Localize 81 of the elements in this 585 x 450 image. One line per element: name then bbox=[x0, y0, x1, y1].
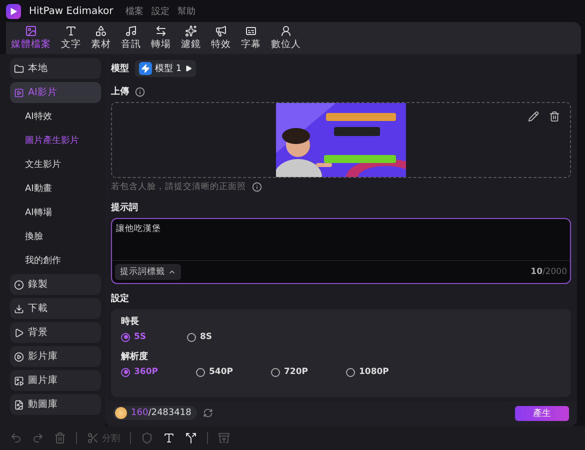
sidebar-subitem[interactable]: 文生影片 bbox=[10, 154, 101, 175]
info-icon bbox=[135, 86, 145, 96]
model-label: 模型 bbox=[111, 62, 129, 75]
refresh-icon[interactable] bbox=[203, 408, 214, 418]
media-tab[interactable]: 文字 bbox=[56, 22, 86, 54]
sidebar-item[interactable]: 動圖庫 bbox=[10, 394, 101, 415]
media-tab[interactable]: 濾鏡 bbox=[176, 22, 206, 54]
sidebar-subitem[interactable]: AI動畫 bbox=[10, 178, 101, 199]
sidebar-subitem[interactable]: 圖片產生影片 bbox=[10, 130, 101, 151]
trash-icon bbox=[54, 432, 66, 444]
image-icon bbox=[25, 25, 37, 37]
credits-badge: 160/2483418 bbox=[113, 406, 198, 420]
download-icon bbox=[14, 304, 24, 314]
model-selector[interactable]: 模型 1 bbox=[135, 60, 196, 77]
caption-icon bbox=[245, 25, 257, 37]
coin-icon bbox=[115, 407, 127, 420]
text-icon bbox=[65, 25, 77, 37]
sidebar-item[interactable]: 背景 bbox=[10, 322, 101, 343]
media-tab[interactable]: 數位人 bbox=[266, 22, 306, 54]
text-box-icon bbox=[163, 432, 175, 444]
person-icon bbox=[280, 25, 292, 37]
redo-icon bbox=[32, 432, 44, 444]
sidebar-item[interactable]: 圖片庫 bbox=[10, 370, 101, 391]
edit-icon[interactable] bbox=[528, 111, 539, 122]
caret-icon bbox=[184, 65, 192, 72]
media-tab[interactable]: 音訊 bbox=[116, 22, 146, 54]
media-tab[interactable]: 轉場 bbox=[146, 22, 176, 54]
sparkles-icon bbox=[185, 25, 197, 37]
lightning-icon bbox=[139, 62, 152, 75]
sidebar-subitem[interactable]: AI特效 bbox=[10, 106, 101, 127]
megaphone-icon bbox=[215, 25, 227, 37]
play-icon bbox=[14, 328, 24, 338]
undo-icon bbox=[10, 432, 22, 444]
setting-label: 時長 bbox=[121, 315, 140, 328]
media-tab[interactable]: 素材 bbox=[86, 22, 116, 54]
media-tab[interactable]: 字幕 bbox=[236, 22, 266, 54]
radio-option[interactable]: 8S bbox=[187, 332, 253, 342]
prompt-field[interactable]: 讓他吃漢堡 提示詞標籤 10/2000 bbox=[111, 218, 571, 284]
radio-option[interactable]: 1080P bbox=[346, 367, 421, 378]
trash-icon[interactable] bbox=[549, 111, 560, 122]
sidebar-item[interactable]: 本地 bbox=[10, 58, 101, 79]
info-icon bbox=[252, 182, 262, 192]
scissors-icon bbox=[87, 432, 99, 444]
image-icon bbox=[14, 376, 24, 386]
media-tab[interactable]: 特效 bbox=[206, 22, 236, 54]
sidebar-item[interactable]: 錄製 bbox=[10, 274, 101, 295]
folder-icon bbox=[14, 64, 24, 74]
music-note-icon bbox=[125, 25, 137, 37]
radio-option[interactable]: 540P bbox=[196, 367, 271, 378]
video-plus-icon bbox=[14, 88, 24, 98]
prompt-label: 提示詞 bbox=[111, 201, 138, 214]
sidebar-subitem[interactable]: 換臉 bbox=[10, 226, 101, 247]
app-logo bbox=[6, 4, 21, 18]
media-tab[interactable]: 媒體檔案 bbox=[6, 22, 56, 54]
arrows-icon bbox=[155, 25, 167, 37]
sidebar-subitem[interactable]: 我的創作 bbox=[10, 250, 101, 271]
radio-option[interactable]: 720P bbox=[271, 367, 346, 378]
text-box-button[interactable] bbox=[163, 432, 175, 444]
menu-item[interactable]: 幫助 bbox=[177, 4, 196, 18]
export-box-icon bbox=[218, 432, 230, 444]
gif-file-icon bbox=[14, 400, 24, 410]
shapes-icon bbox=[95, 25, 107, 37]
sidebar-subitem[interactable]: AI轉場 bbox=[10, 202, 101, 223]
sidebar-item[interactable]: 下載 bbox=[10, 298, 101, 319]
shield-icon bbox=[141, 432, 153, 444]
settings-label: 設定 bbox=[111, 292, 129, 306]
sidebar-item[interactable]: 影片庫 bbox=[10, 346, 101, 367]
radio-option[interactable]: 360P bbox=[121, 367, 196, 378]
play-circle-icon bbox=[14, 352, 24, 362]
upload-hint: 若包含人臉，請提交清晰的正面照 bbox=[111, 181, 246, 193]
upload-label: 上傳 bbox=[111, 85, 129, 98]
generate-button[interactable]: 產生 bbox=[515, 406, 569, 421]
radio-option[interactable]: 5S bbox=[121, 332, 187, 342]
app-title: HitPaw Edimakor bbox=[29, 6, 114, 16]
character-count: 10/2000 bbox=[530, 267, 567, 278]
setting-label: 解析度 bbox=[121, 350, 149, 364]
menu-item[interactable]: 檔案 bbox=[125, 4, 144, 18]
upload-area[interactable] bbox=[111, 102, 571, 178]
prompt-tags-button[interactable]: 提示詞標籤 bbox=[115, 264, 181, 280]
record-icon bbox=[14, 280, 24, 290]
menu-item[interactable]: 設定 bbox=[151, 4, 170, 18]
